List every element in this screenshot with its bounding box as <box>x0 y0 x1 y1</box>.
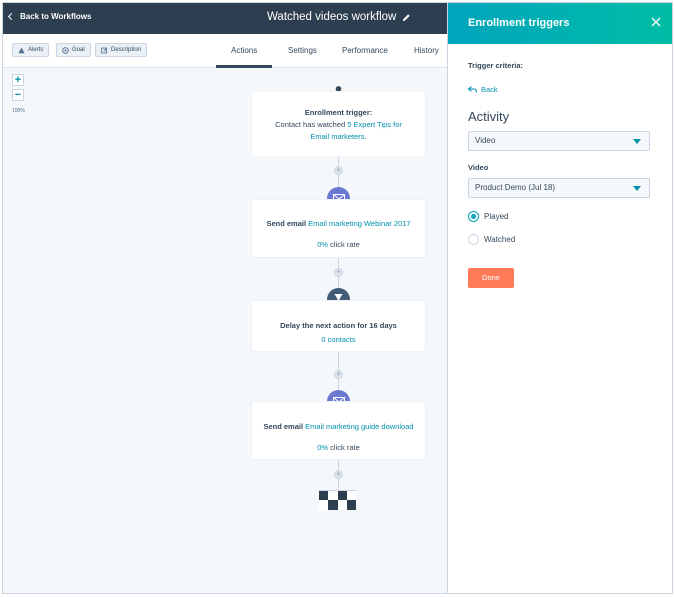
back-arrow-icon <box>468 86 477 93</box>
workflow-toolbar: Alerts Goal Description Actions Settings… <box>3 34 447 68</box>
played-radio[interactable] <box>468 211 479 222</box>
panel-title: Enrollment triggers <box>468 17 570 29</box>
trigger-video-link-2[interactable]: Email marketers. <box>252 131 425 143</box>
send-email-1-rate-suffix: click rate <box>330 240 360 249</box>
pencil-icon[interactable] <box>402 13 411 22</box>
panel-header: Enrollment triggers <box>448 3 672 44</box>
tab-actions[interactable]: Actions <box>231 46 257 55</box>
delay-contacts[interactable]: 0 contacts <box>252 334 425 346</box>
goal-button[interactable]: Goal <box>56 43 91 57</box>
enrollment-triggers-panel: Enrollment triggers Trigger criteria: Ba… <box>447 3 672 593</box>
alerts-label: Alerts <box>28 47 44 53</box>
video-select-value: Product Demo (Jul 18) <box>475 183 556 192</box>
delay-title: Delay the next action for 16 days <box>280 321 397 330</box>
trigger-text-prefix: Contact has watched <box>275 120 346 129</box>
done-button[interactable]: Done <box>468 268 514 288</box>
trigger-description: Contact has watched 5 Expert Tips for <box>252 119 425 131</box>
activity-type-value: Video <box>475 136 496 145</box>
send-email-2-rate: 0% click rate <box>252 442 425 454</box>
zoom-in-button[interactable]: + <box>12 74 24 86</box>
chevron-down-icon <box>633 139 641 144</box>
chevron-down-icon <box>633 186 641 191</box>
zoom-out-button[interactable]: − <box>12 89 24 101</box>
trigger-criteria-label: Trigger criteria: <box>468 61 524 70</box>
activity-heading: Activity <box>468 109 510 124</box>
tab-settings[interactable]: Settings <box>288 46 317 55</box>
alerts-button[interactable]: Alerts <box>12 43 50 57</box>
video-field-label: Video <box>468 163 489 172</box>
send-email-card-1[interactable]: Send email Email marketing Webinar 2017 … <box>251 199 426 258</box>
back-to-workflows-link[interactable]: Back to Workflows <box>7 12 92 21</box>
workflow-editor-window: Back to Workflows Watched videos workflo… <box>2 2 673 594</box>
add-action-button[interactable]: + <box>334 166 343 175</box>
workflow-title[interactable]: Watched videos workflow <box>267 11 411 23</box>
played-label: Played <box>484 212 509 221</box>
goal-label: Goal <box>72 47 85 53</box>
send-email-2-prefix: Send email <box>263 422 304 431</box>
enrollment-trigger-card[interactable]: Enrollment trigger: Contact has watched … <box>251 91 426 157</box>
send-email-2-line: Send email Email marketing guide downloa… <box>252 421 425 433</box>
activity-type-select[interactable]: Video <box>468 131 650 151</box>
description-label: Description <box>111 47 142 53</box>
played-option[interactable]: Played <box>468 211 508 222</box>
top-bar: Back to Workflows Watched videos workflo… <box>3 3 447 34</box>
active-tab-indicator <box>216 65 272 68</box>
zoom-level: 100% <box>12 108 25 114</box>
add-action-button[interactable]: + <box>334 268 343 277</box>
edit-note-icon <box>101 47 108 53</box>
send-email-2-name[interactable]: Email marketing guide download <box>305 422 413 431</box>
watched-option[interactable]: Watched <box>468 234 515 245</box>
send-email-1-rate-value[interactable]: 0% <box>317 240 328 249</box>
send-email-2-rate-value[interactable]: 0% <box>317 443 328 452</box>
trigger-title: Enrollment trigger: <box>304 108 373 117</box>
send-email-1-rate: 0% click rate <box>252 239 425 251</box>
video-select[interactable]: Product Demo (Jul 18) <box>468 178 650 198</box>
workflow-title-text: Watched videos workflow <box>267 11 397 23</box>
close-icon[interactable] <box>651 17 661 27</box>
send-email-1-name[interactable]: Email marketing Webinar 2017 <box>308 219 410 228</box>
back-button-label: Back <box>481 85 498 94</box>
delay-card[interactable]: Delay the next action for 16 days 0 cont… <box>251 300 426 352</box>
tab-performance[interactable]: Performance <box>342 46 388 55</box>
warning-icon <box>18 47 25 53</box>
add-action-button[interactable]: + <box>334 470 343 479</box>
chevron-left-icon <box>7 12 16 21</box>
description-button[interactable]: Description <box>95 43 148 57</box>
watched-label: Watched <box>484 235 516 244</box>
back-to-workflows-label: Back to Workflows <box>20 12 92 21</box>
checkered-flag-icon <box>319 490 357 510</box>
watched-radio[interactable] <box>468 234 479 245</box>
target-icon <box>62 46 69 54</box>
send-email-1-prefix: Send email <box>266 219 307 228</box>
send-email-2-rate-suffix: click rate <box>330 443 360 452</box>
trigger-video-link-1[interactable]: 5 Expert Tips for <box>347 120 402 129</box>
send-email-card-2[interactable]: Send email Email marketing guide downloa… <box>251 401 426 460</box>
send-email-1-line: Send email Email marketing Webinar 2017 <box>252 218 425 230</box>
tab-history[interactable]: History <box>414 46 439 55</box>
add-action-button[interactable]: + <box>334 370 343 379</box>
back-button[interactable]: Back <box>468 85 498 94</box>
